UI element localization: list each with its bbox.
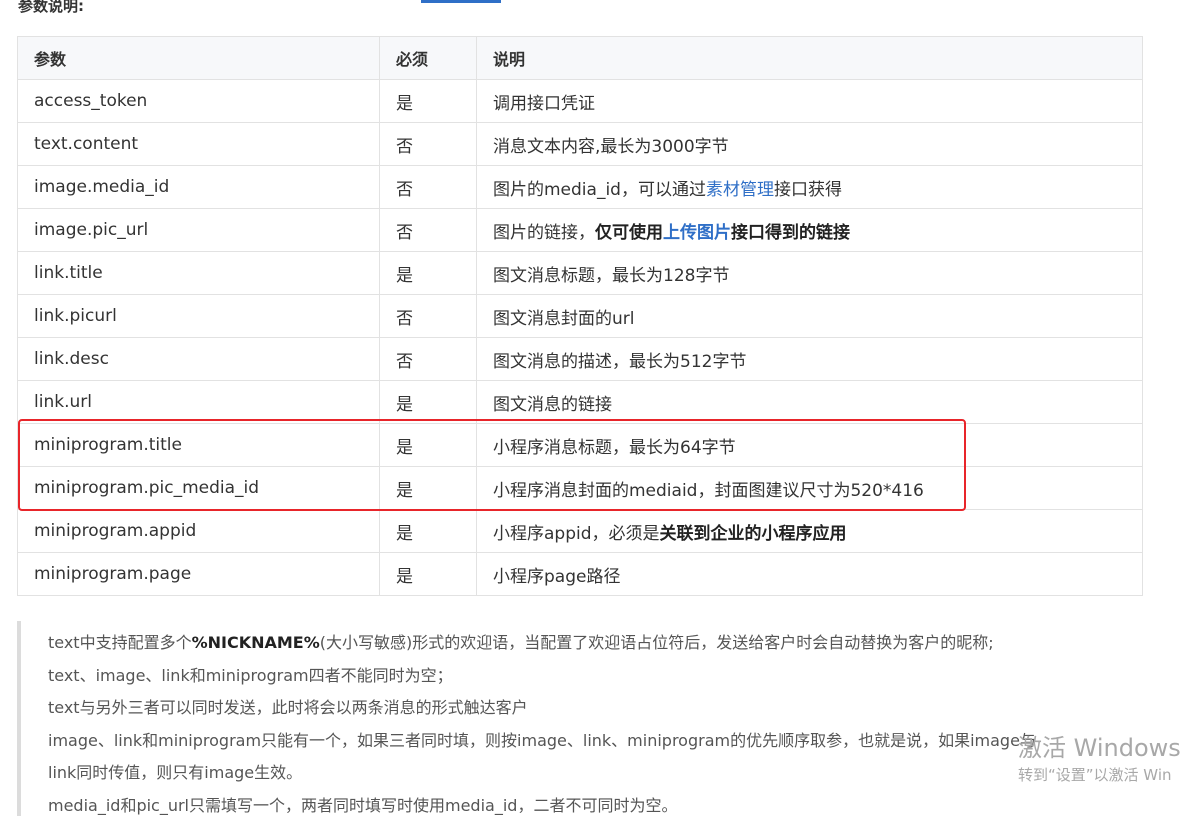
required-flag: 否 bbox=[379, 294, 477, 338]
desc-emphasis: 接口得到的链接 bbox=[731, 222, 850, 243]
required-flag: 是 bbox=[379, 423, 477, 467]
param-name: miniprogram.pic_media_id bbox=[17, 466, 380, 510]
table-row: image.pic_url 否 图片的链接，仅可使用上传图片接口得到的链接 bbox=[17, 208, 1143, 252]
table-row: access_token 是 调用接口凭证 bbox=[17, 79, 1143, 123]
required-flag: 是 bbox=[379, 509, 477, 553]
note-line: link同时传值，则只有image生效。 bbox=[48, 763, 303, 782]
required-flag: 否 bbox=[379, 122, 477, 166]
required-flag: 否 bbox=[379, 208, 477, 252]
table-row: link.desc 否 图文消息的描述，最长为512字节 bbox=[17, 337, 1143, 381]
param-description: 小程序消息封面的mediaid，封面图建议尺寸为520*416 bbox=[476, 466, 1143, 510]
param-description: 图片的链接，仅可使用上传图片接口得到的链接 bbox=[476, 208, 1143, 252]
param-description: 图文消息的描述，最长为512字节 bbox=[476, 337, 1143, 381]
watermark-subtitle: 转到“设置”以激活 Win bbox=[1018, 766, 1172, 784]
section-title: 参数说明: bbox=[18, 0, 84, 15]
note-text: (大小写敏感)形式的欢迎语，当配置了欢迎语占位符后，发送给客户时会自动替换为客户… bbox=[319, 633, 994, 652]
table-row: link.picurl 否 图文消息封面的url bbox=[17, 294, 1143, 338]
param-name: image.pic_url bbox=[17, 208, 380, 252]
param-description: 图文消息的链接 bbox=[476, 380, 1143, 424]
desc-text: 接口获得 bbox=[773, 179, 842, 200]
param-description: 小程序appid，必须是关联到企业的小程序应用 bbox=[476, 509, 1143, 553]
table-row: miniprogram.page 是 小程序page路径 bbox=[17, 552, 1143, 596]
note-line: text中支持配置多个%NICKNAME%(大小写敏感)形式的欢迎语，当配置了欢… bbox=[48, 627, 1177, 660]
header-required: 必须 bbox=[379, 36, 477, 80]
table-row: image.media_id 否 图片的media_id，可以通过素材管理接口获… bbox=[17, 165, 1143, 209]
param-description: 小程序消息标题，最长为64字节 bbox=[476, 423, 1143, 467]
windows-activation-watermark: 激活 Windows 转到“设置”以激活 Win bbox=[1018, 732, 1181, 786]
note-line: media_id和pic_url只需填写一个，两者同时填写时使用media_id… bbox=[48, 795, 678, 815]
nickname-placeholder: %NICKNAME% bbox=[191, 633, 320, 652]
table-row: miniprogram.title 是 小程序消息标题，最长为64字节 bbox=[17, 423, 1143, 467]
param-name: miniprogram.appid bbox=[17, 509, 380, 553]
notes-blockquote: text中支持配置多个%NICKNAME%(大小写敏感)形式的欢迎语，当配置了欢… bbox=[17, 621, 1177, 816]
param-description: 小程序page路径 bbox=[476, 552, 1143, 596]
material-management-link[interactable]: 素材管理 bbox=[706, 180, 774, 200]
param-description: 图文消息封面的url bbox=[476, 294, 1143, 338]
header-param: 参数 bbox=[17, 36, 380, 80]
watermark-title: 激活 Windows bbox=[1018, 734, 1181, 762]
required-flag: 是 bbox=[379, 466, 477, 510]
upload-image-link[interactable]: 上传图片 bbox=[663, 223, 731, 243]
table-header-row: 参数 必须 说明 bbox=[17, 36, 1143, 80]
required-flag: 是 bbox=[379, 552, 477, 596]
table-row: link.title 是 图文消息标题，最长为128字节 bbox=[17, 251, 1143, 295]
param-name: miniprogram.title bbox=[17, 423, 380, 467]
param-description: 调用接口凭证 bbox=[476, 79, 1143, 123]
required-flag: 否 bbox=[379, 165, 477, 209]
table-row: link.url 是 图文消息的链接 bbox=[17, 380, 1143, 424]
desc-text: 图片的链接， bbox=[493, 222, 595, 243]
param-name: miniprogram.page bbox=[17, 552, 380, 596]
param-name: access_token bbox=[17, 79, 380, 123]
note-line: text、image、link和miniprogram四者不能同时为空； bbox=[48, 665, 453, 685]
param-name: text.content bbox=[17, 122, 380, 166]
required-flag: 否 bbox=[379, 337, 477, 381]
active-tab-indicator bbox=[421, 0, 501, 3]
desc-text: 图片的media_id，可以通过 bbox=[493, 179, 706, 200]
header-description: 说明 bbox=[476, 36, 1143, 80]
desc-emphasis: 仅可使用 bbox=[595, 222, 663, 243]
params-table: 参数 必须 说明 access_token 是 调用接口凭证 text.cont… bbox=[17, 36, 1143, 596]
required-flag: 是 bbox=[379, 79, 477, 123]
param-description: 图片的media_id，可以通过素材管理接口获得 bbox=[476, 165, 1143, 209]
table-row: text.content 否 消息文本内容,最长为3000字节 bbox=[17, 122, 1143, 166]
required-flag: 是 bbox=[379, 380, 477, 424]
note-line: text与另外三者可以同时发送，此时将会以两条消息的形式触达客户 bbox=[48, 698, 528, 717]
param-description: 图文消息标题，最长为128字节 bbox=[476, 251, 1143, 295]
desc-text: 小程序appid，必须是 bbox=[493, 523, 660, 544]
param-name: link.picurl bbox=[17, 294, 380, 338]
param-name: image.media_id bbox=[17, 165, 380, 209]
param-description: 消息文本内容,最长为3000字节 bbox=[476, 122, 1143, 166]
required-flag: 是 bbox=[379, 251, 477, 295]
table-row: miniprogram.pic_media_id 是 小程序消息封面的media… bbox=[17, 466, 1143, 510]
note-text: text中支持配置多个 bbox=[48, 633, 192, 652]
note-line: image、link和miniprogram只能有一个，如果三者同时填，则按im… bbox=[48, 730, 1036, 750]
table-row: miniprogram.appid 是 小程序appid，必须是关联到企业的小程… bbox=[17, 509, 1143, 553]
param-name: link.desc bbox=[17, 337, 380, 381]
desc-emphasis: 关联到企业的小程序应用 bbox=[659, 523, 847, 544]
param-name: link.title bbox=[17, 251, 380, 295]
param-name: link.url bbox=[17, 380, 380, 424]
